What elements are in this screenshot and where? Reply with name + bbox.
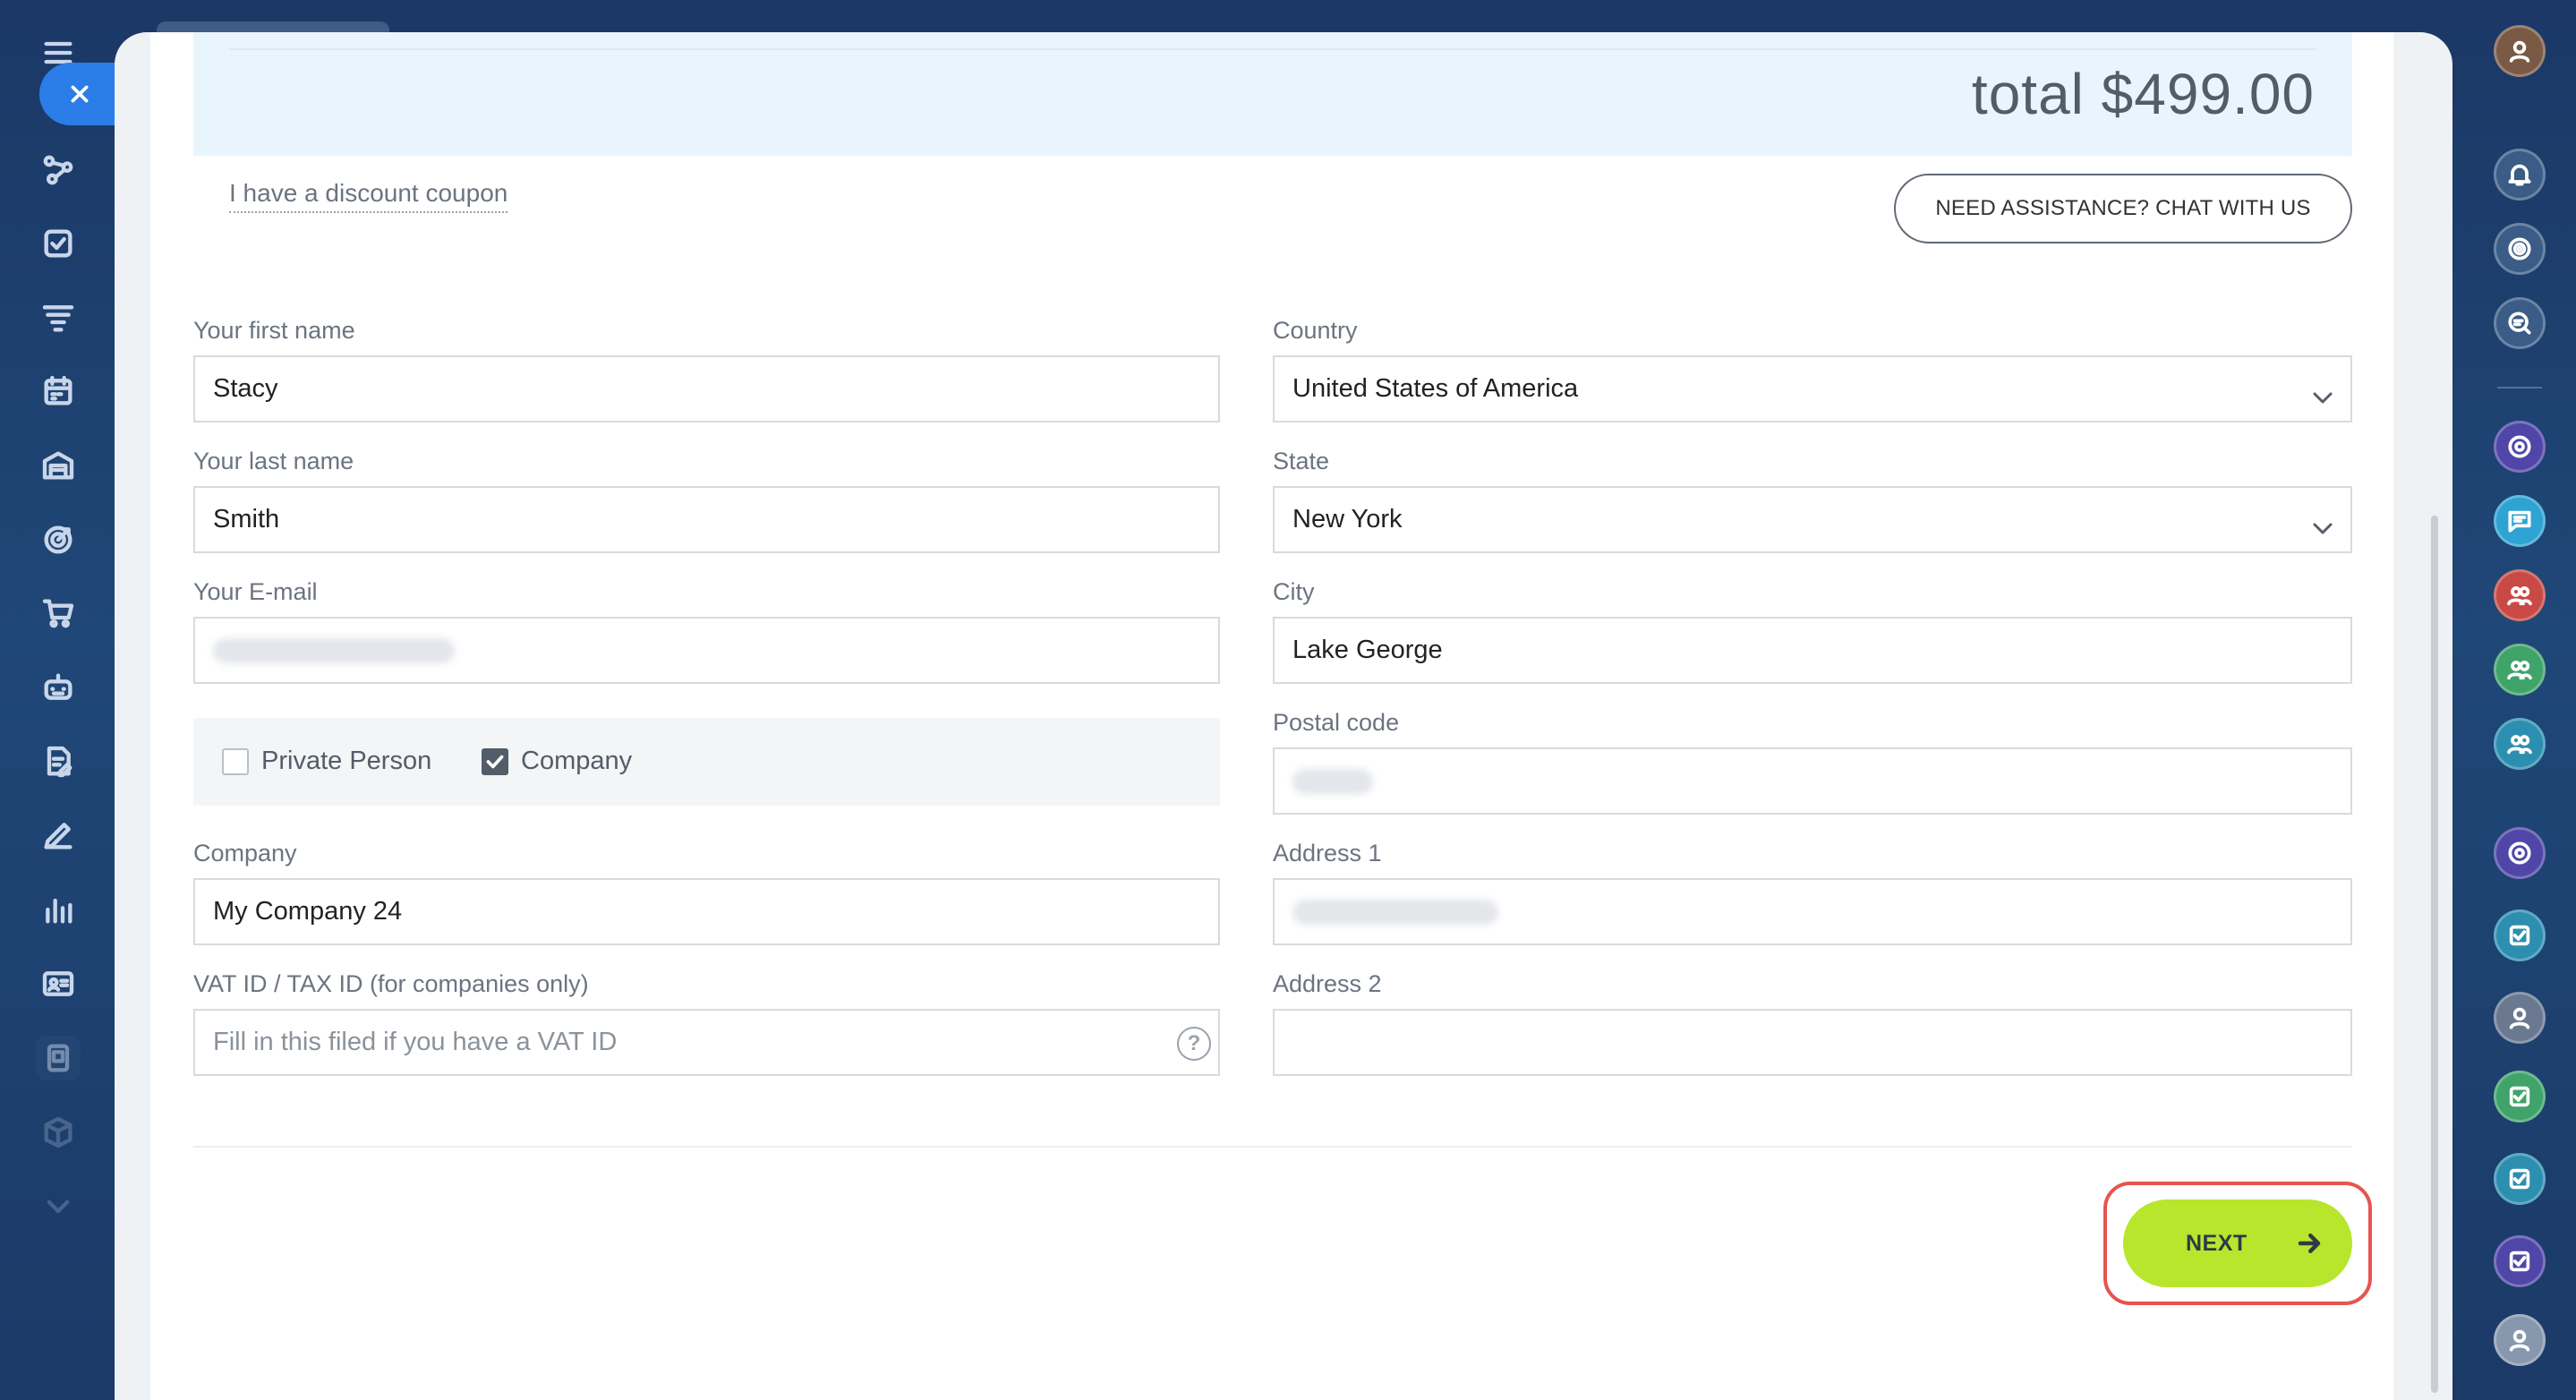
bell-icon[interactable] [2494,149,2546,201]
city-input[interactable]: Lake George [1273,617,2352,684]
checkmark-icon [486,755,504,769]
close-slider-button[interactable] [39,63,120,125]
user-avatar[interactable] [2494,992,2546,1044]
email-input[interactable] [193,617,1220,684]
next-button[interactable]: NEXT [2123,1199,2352,1287]
company-input[interactable]: My Company 24 [193,878,1220,945]
form-divider [193,1146,2352,1148]
chat-assistance-button[interactable]: NEED ASSISTANCE? CHAT WITH US [1894,174,2352,243]
city-value: Lake George [1292,636,1443,664]
vat-placeholder: Fill in this filed if you have a VAT ID [213,1028,618,1056]
address1-input[interactable] [1273,878,2352,945]
country-label: Country [1273,317,1358,344]
user-avatar[interactable] [2494,1314,2546,1366]
contact-card-icon[interactable] [36,961,81,1006]
first-name-value: Stacy [213,374,278,403]
search-chat-icon[interactable] [2494,297,2546,349]
warehouse-icon[interactable] [36,443,81,488]
last-name-input[interactable]: Smith [193,486,1220,553]
first-name-input[interactable]: Stacy [193,355,1220,423]
country-select[interactable]: United States of America [1273,355,2352,423]
left-sidebar [0,0,120,1400]
chevron-down-icon [2313,513,2333,534]
vat-label: VAT ID / TAX ID (for companies only) [193,970,589,997]
more-chevron-icon[interactable] [36,1184,81,1229]
company-checkbox-label: Company [521,747,633,775]
postal-code-label: Postal code [1273,709,1400,736]
user-avatar[interactable] [2494,25,2546,77]
group-icon[interactable] [2494,644,2546,696]
company-checkbox[interactable] [482,748,508,775]
vat-input[interactable]: Fill in this filed if you have a VAT ID … [193,1009,1220,1076]
state-label: State [1273,448,1330,474]
document-sign-icon[interactable] [36,739,81,784]
country-value: United States of America [1292,374,1579,403]
task-icon[interactable] [2494,1071,2546,1123]
address2-label: Address 2 [1273,970,1382,997]
postal-code-blurred-value [1292,768,1373,794]
order-total: total $499.00 [1971,62,2315,126]
robot-icon[interactable] [36,665,81,710]
city-label: City [1273,578,1315,605]
email-label: Your E-mail [193,578,318,605]
crm-icon[interactable] [2494,223,2546,275]
cart-icon[interactable] [36,591,81,636]
email-blurred-value [213,637,455,663]
first-name-label: Your first name [193,317,355,344]
open-channel-icon[interactable] [2494,827,2546,879]
order-total-bar: total $499.00 [193,32,2352,156]
state-value: New York [1292,505,1403,534]
person-type-group: Private Person Company [193,718,1220,806]
right-sidebar [2454,0,2576,1400]
next-button-label: NEXT [2186,1230,2248,1256]
box-icon[interactable] [36,1110,81,1155]
help-icon[interactable]: ? [1177,1027,1211,1061]
task-icon[interactable] [2494,909,2546,961]
address1-label: Address 1 [1273,840,1382,866]
discount-coupon-link[interactable]: I have a discount coupon [229,179,508,213]
arrow-right-icon [2298,1234,2321,1253]
total-bar-line [229,48,2316,50]
task-icon[interactable] [2494,1235,2546,1287]
analytics-icon[interactable] [36,887,81,932]
pen-icon[interactable] [36,813,81,858]
funnel-icon[interactable] [36,295,81,340]
task-icon[interactable] [2494,1153,2546,1205]
address1-blurred-value [1292,899,1498,925]
chevron-down-icon [2313,382,2333,404]
marketplace-icon[interactable] [36,1036,81,1080]
group-icon[interactable] [2494,569,2546,621]
group-icon[interactable] [2494,718,2546,770]
sites-icon[interactable] [36,148,81,192]
address2-input[interactable] [1273,1009,2352,1076]
postal-code-input[interactable] [1273,747,2352,815]
last-name-label: Your last name [193,448,354,474]
company-value: My Company 24 [213,897,403,926]
chat-icon[interactable] [2494,495,2546,547]
state-select[interactable]: New York [1273,486,2352,553]
close-icon [71,85,89,103]
target-icon[interactable] [36,517,81,562]
sidebar-divider [2497,387,2542,388]
company-label: Company [193,840,297,866]
calendar-icon[interactable] [36,369,81,414]
scrollbar[interactable] [2431,516,2438,1393]
private-person-label: Private Person [261,747,432,775]
tasks-icon[interactable] [36,221,81,266]
private-person-checkbox[interactable] [222,748,249,775]
open-channel-icon[interactable] [2494,421,2546,473]
last-name-value: Smith [213,505,280,534]
